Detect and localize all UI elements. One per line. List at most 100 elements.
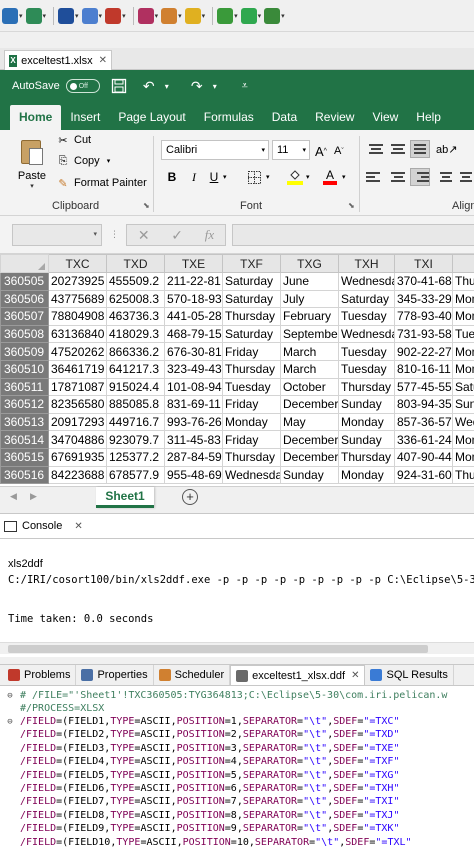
paste-button[interactable]: Paste ▾ — [14, 134, 50, 192]
column-header[interactable]: TXF — [222, 254, 281, 273]
cell[interactable]: Monday — [338, 465, 395, 485]
cell[interactable]: Friday — [222, 342, 281, 361]
cell[interactable]: 311-45-83 — [164, 430, 223, 449]
cell[interactable]: 449716.7 — [106, 412, 165, 432]
tab-data[interactable]: Data — [263, 110, 306, 130]
cell[interactable]: February — [280, 307, 339, 326]
tab-review[interactable]: Review — [306, 110, 363, 130]
cell[interactable]: 67691935 — [48, 447, 107, 467]
cell[interactable]: 84223688 — [48, 465, 107, 485]
tab-sql-results[interactable]: SQL Results — [365, 665, 454, 685]
redo-icon[interactable]: ↷ — [188, 77, 206, 95]
cell[interactable]: Tuesday — [338, 307, 395, 326]
tab-scheduler[interactable]: Scheduler — [154, 665, 231, 685]
cell[interactable]: Septembe — [280, 324, 339, 344]
autosave-toggle[interactable]: Off — [65, 79, 100, 93]
cell[interactable]: 407-90-44 — [394, 447, 453, 467]
close-icon[interactable]: ✕ — [99, 55, 107, 66]
cell[interactable]: 82356580 — [48, 395, 107, 414]
cell[interactable]: 125377.2 — [106, 447, 165, 467]
undo-dropdown-icon[interactable]: ▾ — [158, 77, 176, 95]
customize-toolbar-icon[interactable]: ⩡ — [236, 77, 254, 95]
decrease-font-icon[interactable]: Aˇ — [334, 142, 344, 160]
resize-handle-icon[interactable]: ⋮ — [110, 229, 119, 240]
enter-icon[interactable]: ✓ — [171, 227, 183, 244]
row-header[interactable]: 360513 — [0, 412, 49, 432]
cell[interactable]: 625008.3 — [106, 289, 165, 309]
row-header[interactable]: 360506 — [0, 289, 49, 309]
cell[interactable]: Saturday — [222, 324, 281, 344]
copy-button[interactable]: ⎘ Copy ▾ — [56, 155, 111, 168]
tab-formulas[interactable]: Formulas — [195, 110, 263, 130]
cell[interactable]: 455509.2 — [106, 272, 165, 291]
debug-toolbar-button[interactable]: ▾ — [264, 4, 285, 28]
cell[interactable]: 570-18-93 — [164, 289, 223, 309]
chevron-down-icon[interactable]: ▾ — [223, 168, 227, 186]
bold-button[interactable]: B — [165, 168, 179, 186]
align-right-icon[interactable] — [410, 168, 430, 186]
cell[interactable]: Wednesda — [338, 272, 395, 291]
cell[interactable]: 336-61-24 — [394, 430, 453, 449]
tab-insert[interactable]: Insert — [61, 110, 109, 130]
tab-console[interactable]: Console ✕ — [4, 516, 83, 536]
fold-icon[interactable]: ⊖ — [0, 691, 20, 701]
font-launcher-icon[interactable]: ⬊ — [348, 201, 355, 210]
borders-icon[interactable] — [246, 168, 262, 186]
cell[interactable]: 418029.3 — [106, 324, 165, 344]
sheet-tab-sheet1[interactable]: Sheet1 — [96, 487, 154, 508]
tab-page-layout[interactable]: Page Layout — [109, 110, 194, 130]
cell[interactable]: Friday — [222, 430, 281, 449]
formula-input[interactable] — [232, 224, 474, 246]
add-sheet-button[interactable]: + — [182, 489, 198, 505]
cell[interactable]: 34704886 — [48, 430, 107, 449]
cell[interactable]: Mon — [452, 289, 474, 309]
cell[interactable]: 78804908 — [48, 307, 107, 326]
cell[interactable]: 678577.9 — [106, 465, 165, 485]
cell[interactable]: Mon — [452, 307, 474, 326]
fill-color-icon[interactable] — [286, 168, 304, 186]
row-header[interactable]: 360514 — [0, 430, 49, 449]
cell[interactable]: 20917293 — [48, 412, 107, 432]
tab-exceltest1-xlsx-ddf[interactable]: exceltest1_xlsx.ddf ✕ — [230, 665, 366, 685]
cell[interactable]: 101-08-94 — [164, 377, 223, 397]
align-middle-icon[interactable] — [388, 140, 408, 158]
insert-function-icon[interactable]: fx — [205, 227, 214, 243]
cell[interactable]: 577-45-55 — [394, 377, 453, 397]
cell[interactable]: 810-16-11 — [394, 359, 453, 379]
tools-toolbar-button[interactable]: ▾ — [81, 4, 102, 28]
row-header[interactable]: 360511 — [0, 377, 49, 397]
cell[interactable]: 993-76-26 — [164, 412, 223, 432]
cell[interactable]: Thursday — [222, 447, 281, 467]
cell[interactable]: Tuesday — [222, 377, 281, 397]
tab-home[interactable]: Home — [10, 105, 62, 130]
cell[interactable]: Thursday — [222, 359, 281, 379]
cell[interactable]: 866336.2 — [106, 342, 165, 361]
save-toolbar-button[interactable]: ▾ — [25, 4, 46, 28]
column-header[interactable]: T — [452, 254, 474, 273]
cell[interactable]: Saturday — [222, 272, 281, 291]
cell[interactable]: Mon — [452, 342, 474, 361]
font-size-select[interactable]: 11 ▾ — [272, 140, 310, 160]
console-horizontal-scrollbar[interactable] — [0, 642, 474, 654]
cell[interactable]: Mon — [452, 430, 474, 449]
cell[interactable]: Sunday — [280, 465, 339, 485]
close-icon[interactable]: ✕ — [351, 670, 359, 681]
cell[interactable]: December — [280, 447, 339, 467]
cell[interactable]: Mon — [452, 359, 474, 379]
cell[interactable]: 468-79-15 — [164, 324, 223, 344]
cell[interactable]: 902-22-27 — [394, 342, 453, 361]
cell[interactable]: 955-48-69 — [164, 465, 223, 485]
cell[interactable]: Saturday — [222, 289, 281, 309]
figure-toolbar-button[interactable]: ▾ — [161, 4, 182, 28]
cell[interactable]: 885085.8 — [106, 395, 165, 414]
row-header[interactable]: 360510 — [0, 359, 49, 379]
cut-button[interactable]: ✂ Cut — [56, 134, 91, 147]
bug-toolbar-button[interactable]: ▾ — [217, 4, 238, 28]
cell[interactable]: Thur — [452, 465, 474, 485]
undo-icon[interactable]: ↶ — [140, 77, 158, 95]
cell[interactable]: 20273925 — [48, 272, 107, 291]
increase-indent-icon[interactable] — [456, 168, 474, 186]
row-header[interactable]: 360515 — [0, 447, 49, 467]
tab-help[interactable]: Help — [407, 110, 450, 130]
align-top-icon[interactable] — [366, 140, 386, 158]
